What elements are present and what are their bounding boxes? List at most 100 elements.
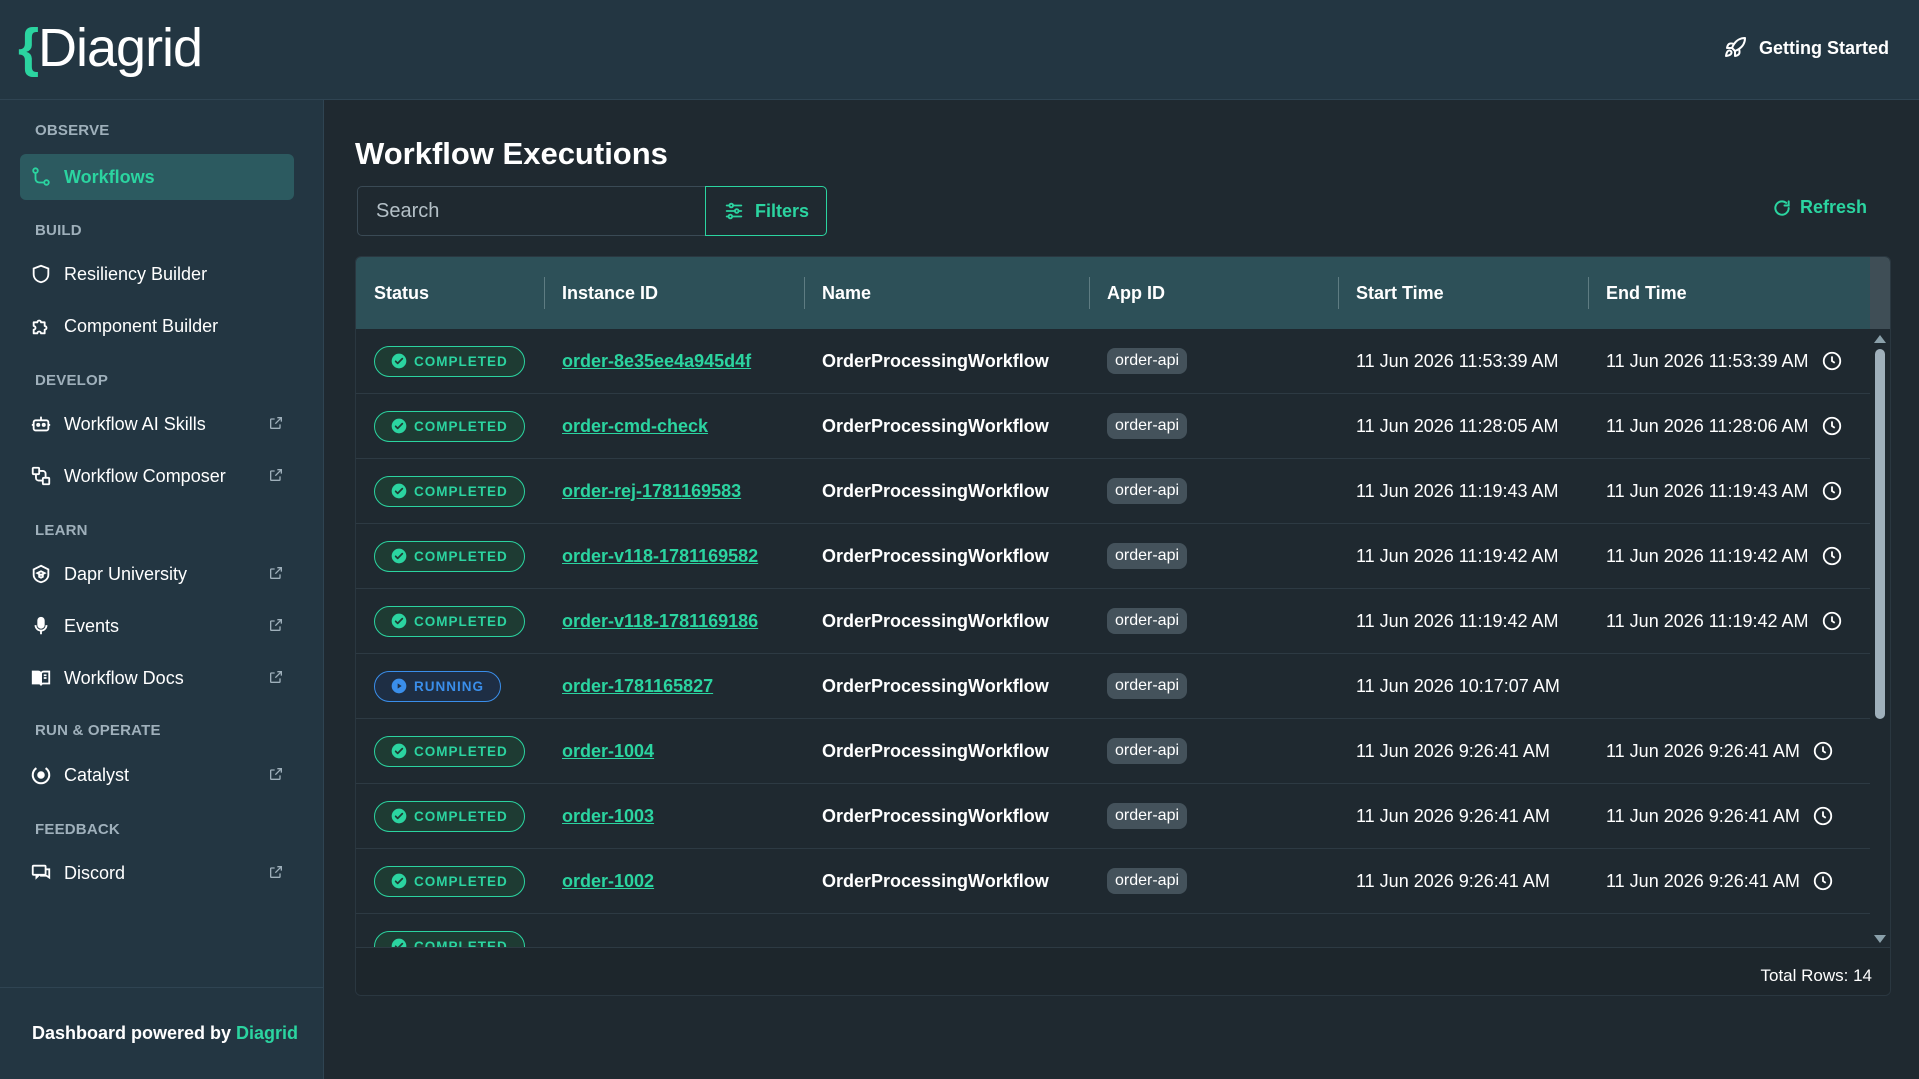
puzzle-icon <box>30 315 52 337</box>
status-text: COMPLETED <box>414 548 508 564</box>
sidebar-item-catalyst[interactable]: Catalyst <box>20 752 294 798</box>
column-header-start-time[interactable]: Start Time <box>1338 257 1588 329</box>
column-header-instance-id[interactable]: Instance ID <box>544 257 804 329</box>
clock-icon[interactable] <box>1812 740 1834 762</box>
sidebar-item-label: Catalyst <box>64 764 130 785</box>
footer-brand-link[interactable]: Diagrid <box>236 1023 298 1044</box>
chat-icon <box>30 862 52 884</box>
sidebar-item-component-builder[interactable]: Component Builder <box>20 303 294 349</box>
scrollbar-thumb[interactable] <box>1875 349 1885 719</box>
rocket-icon <box>1724 36 1746 57</box>
start-time: 11 Jun 2026 11:28:05 AM <box>1356 415 1559 436</box>
end-time-cell: 11 Jun 2026 9:26:41 AM <box>1588 784 1871 849</box>
sidebar-item-discord[interactable]: Discord <box>20 850 294 896</box>
instance-id-link[interactable]: order-cmd-check <box>562 416 708 437</box>
table-scrollbar[interactable] <box>1870 257 1890 947</box>
workflow-name: OrderProcessingWorkflow <box>822 350 1049 371</box>
sidebar-item-workflow-docs[interactable]: Workflow Docs <box>20 655 294 701</box>
sidebar-item-resiliency-builder[interactable]: Resiliency Builder <box>20 251 294 297</box>
instance-id-link[interactable]: order-rej-1781169583 <box>562 481 741 502</box>
column-header-status[interactable]: Status <box>356 257 544 329</box>
scroll-down-arrow[interactable] <box>1874 935 1886 943</box>
sidebar-item-label: Resiliency Builder <box>64 263 208 284</box>
sidebar-item-label: Workflow AI Skills <box>64 413 206 434</box>
sidebar-item-workflows[interactable]: Workflows <box>20 154 294 200</box>
instance-id-cell: order-1002 <box>544 849 804 914</box>
status-badge: RUNNING <box>374 670 501 702</box>
check-circle-icon <box>391 548 407 564</box>
clock-icon[interactable] <box>1821 610 1843 632</box>
app-id-chip: order-api <box>1107 608 1188 634</box>
end-time: 11 Jun 2026 9:26:41 AM <box>1606 870 1800 891</box>
workflow-name: OrderProcessingWorkflow <box>822 675 1049 696</box>
table-row[interactable]: COMPLETED order-1003 OrderProcessingWorkfl… <box>356 784 1871 849</box>
instance-id-link[interactable]: order-v118-1781169582 <box>562 546 758 567</box>
play-circle-icon <box>391 678 407 694</box>
sidebar-item-events[interactable]: Events <box>20 603 294 649</box>
sidebar-footer: Dashboard powered by Diagrid <box>0 987 324 1079</box>
status-cell: RUNNING <box>356 654 544 719</box>
workflow-name: OrderProcessingWorkflow <box>822 870 1049 891</box>
status-cell: COMPLETED <box>356 849 544 914</box>
table-row[interactable]: COMPLETED <box>356 914 1871 947</box>
app-id-chip: order-api <box>1107 413 1188 439</box>
app-id-cell <box>1089 914 1338 948</box>
sidebar-item-dapr-university[interactable]: Dapr University <box>20 551 294 597</box>
workflow-name: OrderProcessingWorkflow <box>822 740 1049 761</box>
workflow-name: OrderProcessingWorkflow <box>822 610 1049 631</box>
table-row[interactable]: COMPLETED order-1002 OrderProcessingWorkfl… <box>356 849 1871 914</box>
refresh-button[interactable]: Refresh <box>1772 197 1867 218</box>
clock-icon[interactable] <box>1821 545 1843 567</box>
scroll-up-arrow[interactable] <box>1874 335 1886 343</box>
microphone-icon <box>30 615 52 637</box>
instance-id-link[interactable]: order-1003 <box>562 806 654 827</box>
column-header-end-time[interactable]: End Time <box>1588 257 1871 329</box>
status-cell: COMPLETED <box>356 459 544 524</box>
start-time: 11 Jun 2026 11:19:42 AM <box>1356 610 1559 631</box>
clock-icon[interactable] <box>1812 805 1834 827</box>
status-text: COMPLETED <box>414 613 508 629</box>
column-header-app-id[interactable]: App ID <box>1089 257 1338 329</box>
diagrid-logo[interactable]: {Diagrid <box>18 18 203 78</box>
workflow-nodes-icon <box>30 166 52 188</box>
table-row[interactable]: COMPLETED order-rej-1781169583 OrderProces… <box>356 459 1871 524</box>
clock-icon[interactable] <box>1821 480 1843 502</box>
app-id-chip: order-api <box>1107 738 1188 764</box>
table-row[interactable]: COMPLETED order-8e35ee4a945d4f OrderProces… <box>356 329 1871 394</box>
search-input[interactable] <box>357 186 709 236</box>
table-row[interactable]: RUNNING order-1781165827 OrderProcessingWo… <box>356 654 1871 719</box>
sidebar-item-workflow-ai-skills[interactable]: Workflow AI Skills <box>20 401 294 447</box>
check-circle-icon <box>391 483 407 499</box>
table-row[interactable]: COMPLETED order-cmd-check OrderProcessingW… <box>356 394 1871 459</box>
status-text: COMPLETED <box>414 743 508 759</box>
clock-icon[interactable] <box>1821 415 1843 437</box>
sidebar-item-label: Events <box>64 615 120 636</box>
sidebar-item-label: Discord <box>64 862 126 883</box>
sidebar-item-workflow-composer[interactable]: Workflow Composer <box>20 453 294 499</box>
start-time-cell: 11 Jun 2026 11:19:42 AM <box>1338 524 1588 589</box>
column-header-name[interactable]: Name <box>804 257 1089 329</box>
instance-id-link[interactable]: order-1781165827 <box>562 676 713 697</box>
instance-id-link[interactable]: order-1004 <box>562 741 654 762</box>
clock-icon[interactable] <box>1821 350 1843 372</box>
section-run-operate: RUN & OPERATE <box>35 722 161 739</box>
check-circle-icon <box>391 743 407 759</box>
filters-button[interactable]: Filters <box>705 186 827 236</box>
start-time: 11 Jun 2026 10:17:07 AM <box>1356 675 1560 696</box>
instance-id-link[interactable]: order-v118-1781169186 <box>562 611 758 632</box>
clock-icon[interactable] <box>1812 870 1834 892</box>
table-row[interactable]: COMPLETED order-v118-1781169186 OrderProce… <box>356 589 1871 654</box>
page-title: Workflow Executions <box>355 136 668 171</box>
status-cell: COMPLETED <box>356 394 544 459</box>
table-row[interactable]: COMPLETED order-v118-1781169582 OrderProce… <box>356 524 1871 589</box>
status-cell: COMPLETED <box>356 784 544 849</box>
status-text: RUNNING <box>414 678 484 694</box>
instance-id-link[interactable]: order-8e35ee4a945d4f <box>562 351 751 372</box>
start-time-cell: 11 Jun 2026 11:19:42 AM <box>1338 589 1588 654</box>
instance-id-link[interactable]: order-1002 <box>562 871 654 892</box>
instance-id-cell: order-cmd-check <box>544 394 804 459</box>
table-row[interactable]: COMPLETED order-1004 OrderProcessingWorkfl… <box>356 719 1871 784</box>
getting-started-button[interactable]: Getting Started <box>1723 36 1889 60</box>
external-link-icon <box>270 768 282 780</box>
status-cell: COMPLETED <box>356 589 544 654</box>
